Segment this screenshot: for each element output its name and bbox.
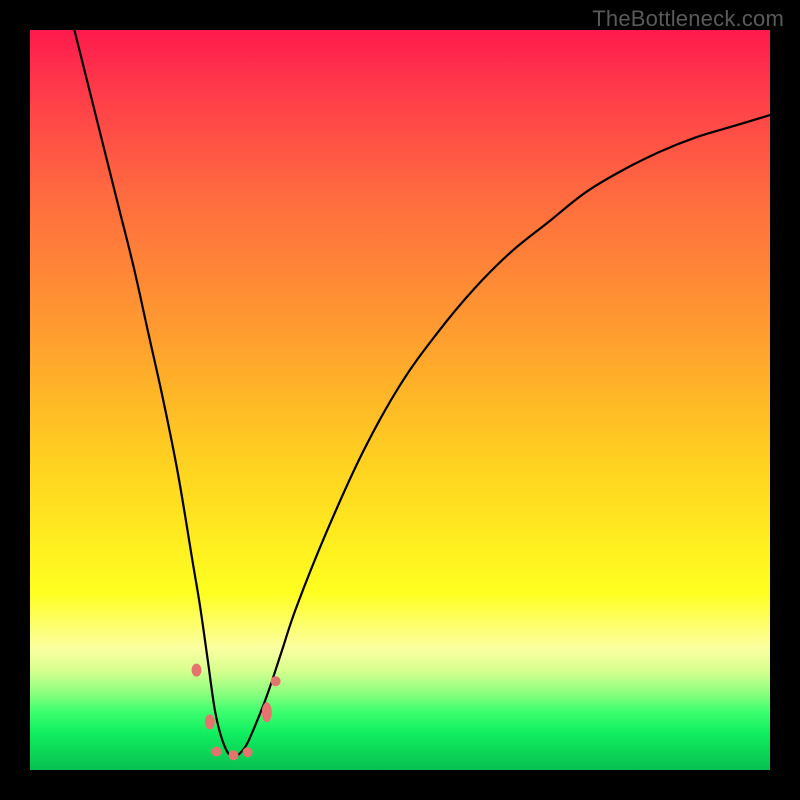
curve-markers — [192, 664, 281, 761]
curve-marker — [205, 714, 215, 729]
curve-marker — [211, 747, 221, 757]
bottleneck-curve-svg — [30, 30, 770, 770]
curve-marker — [271, 676, 281, 686]
curve-marker — [192, 664, 202, 677]
curve-marker — [243, 747, 253, 757]
bottleneck-curve — [74, 30, 770, 757]
plot-area — [30, 30, 770, 770]
watermark-text: TheBottleneck.com — [592, 6, 784, 32]
curve-marker — [229, 750, 239, 760]
curve-marker — [262, 702, 272, 722]
